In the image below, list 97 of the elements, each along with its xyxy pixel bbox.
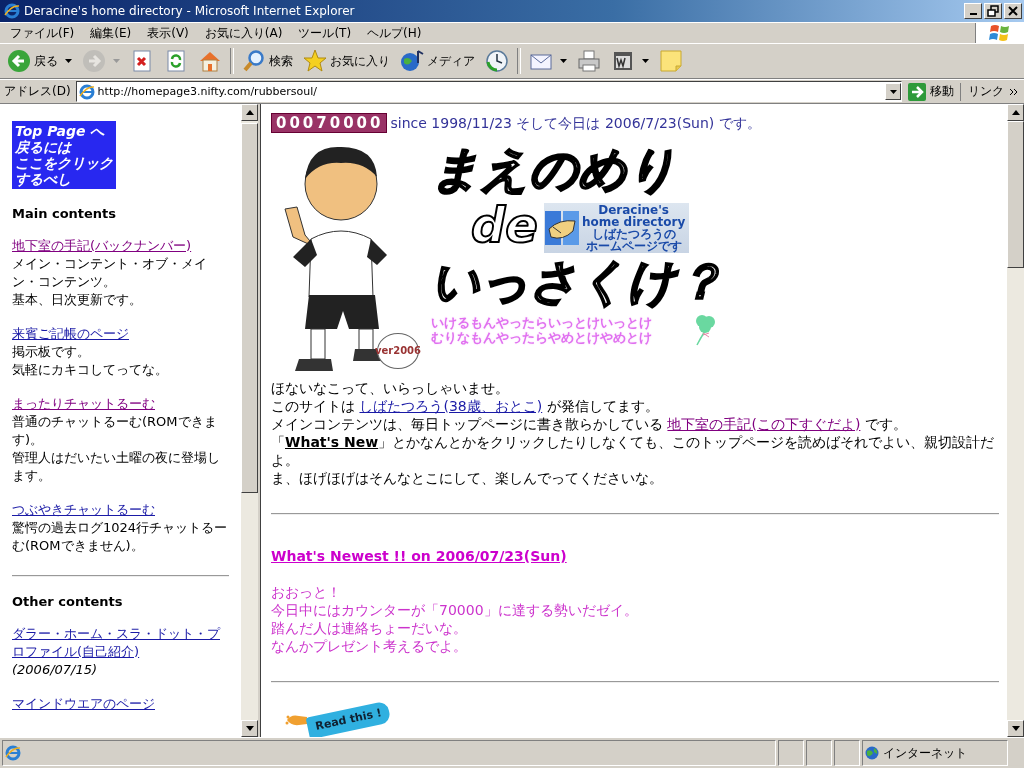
bold-link[interactable]: What's New	[285, 434, 379, 450]
menu-item[interactable]: お気に入り(A)	[196, 23, 291, 43]
page-description: メイン・コンテント・オブ・メイン・コンテンツ。 基本、日次更新です。	[12, 255, 208, 309]
intro-text: ほないなこって、いらっしゃいませ。	[271, 379, 510, 397]
bird-icon	[545, 211, 579, 245]
minimize-icon	[969, 13, 977, 15]
page-icon	[78, 83, 95, 100]
zone-label: インターネット	[883, 744, 967, 762]
homepage-banner[interactable]: Deracine's home directory しばたつろうの ホームページです	[544, 203, 690, 253]
globe-icon	[400, 49, 424, 73]
dropdown-button[interactable]	[885, 83, 901, 100]
star-icon	[303, 49, 327, 73]
minimize-button[interactable]	[964, 3, 982, 19]
browser-icon	[4, 3, 20, 19]
menu-item[interactable]: ヘルプ(H)	[359, 23, 430, 43]
page-link[interactable]: マインドウエアのページ	[12, 695, 155, 713]
page-link[interactable]: 地下室の手記(バックナンバー)	[12, 237, 192, 255]
chevron-icon	[1010, 87, 1018, 96]
down-arrow-icon	[1011, 726, 1020, 731]
banner-text: Deracine's home directory しばたつろうの ホームページです	[582, 204, 686, 252]
ball-badge: ver2006	[377, 333, 419, 369]
visitor-counter: 00070000	[271, 113, 387, 133]
up-arrow-icon	[1011, 110, 1020, 115]
address-label: アドレス(D)	[3, 83, 72, 100]
links-button[interactable]: リンク	[964, 83, 1022, 100]
logo-text: いっさくけ？	[431, 253, 724, 309]
media-button[interactable]: メディア	[396, 46, 479, 76]
flag-logo-icon	[988, 22, 1012, 44]
status-pane	[834, 740, 860, 766]
restore-icon	[986, 4, 1000, 18]
intro-text: メインコンテンツは、毎日トップページに書き散らかしている 地下室の手記(この下すぐだよ) です。	[271, 415, 908, 433]
caret-icon	[889, 89, 897, 94]
scroll-down-button[interactable]	[1007, 720, 1024, 737]
caret-icon	[642, 59, 649, 63]
caret-icon	[113, 59, 120, 63]
globe-icon	[865, 746, 879, 760]
close-icon	[1006, 4, 1020, 18]
restore-button[interactable]	[984, 3, 1002, 19]
close-button[interactable]	[1004, 3, 1022, 19]
window-title: Deracine's home directory - Microsoft Internet Explorer	[24, 4, 356, 18]
inline-link[interactable]: しばたつろう(38歳、おとこ)	[359, 398, 543, 414]
go-arrow-icon	[908, 82, 926, 101]
caret-icon	[560, 59, 567, 63]
intro-text: 「What's New」とかなんとかをクリックしたりしなくても、このトップページを読めばそれでよい、親切設計だよ。	[271, 433, 996, 469]
logo-text: まえのめり	[431, 141, 676, 197]
down-arrow-icon	[245, 726, 254, 731]
page-icon	[5, 745, 21, 761]
document-icon	[611, 49, 635, 73]
top-page-banner[interactable]: Top Page へ 戻るには ここをクリック するべし	[12, 121, 116, 189]
page-description: 掲示板です。 気軽にカキコしてってな。	[12, 343, 169, 379]
page-link[interactable]: ダラー・ホーム・スラ・ドット・プロファイル(自己紹介)	[12, 625, 229, 661]
intro-text: ま、ほげほげはそんなとこにして、楽しんでってくださいな。	[271, 469, 664, 487]
url-input[interactable]: http://homepage3.nifty.com/rubbersoul/	[97, 85, 882, 98]
page-link[interactable]: 来賓ご記帳のページ	[12, 325, 129, 343]
scrollbar-thumb[interactable]	[1007, 121, 1024, 268]
scroll-up-button[interactable]	[1007, 104, 1024, 121]
caret-icon	[65, 59, 72, 63]
page-link[interactable]: まったりチャットるーむ	[12, 395, 155, 413]
search-icon	[242, 49, 266, 73]
sticky-note-icon	[659, 49, 683, 73]
address-field[interactable]: http://homepage3.nifty.com/rubbersoul/	[75, 81, 902, 102]
history-icon	[485, 49, 509, 73]
menu-item[interactable]: 編集(E)	[82, 23, 140, 43]
go-button[interactable]: 移動	[905, 82, 961, 101]
scrollbar-track[interactable]	[1007, 104, 1024, 737]
read-this-megaphone[interactable]: Read this !	[305, 700, 392, 737]
menu-item[interactable]: ファイル(F)	[2, 23, 83, 43]
page-description: 普通のチャットるーむ(ROMできます)。 管理人はだいたい土曜の夜に登場します。	[12, 413, 221, 485]
section-heading: Other contents	[12, 593, 124, 611]
printer-icon	[577, 49, 601, 73]
tagline-text: いけるもんやったらいっとけいっとけ むりなもんやったらやめとけやめとけ	[431, 315, 652, 345]
date-note: (2006/07/15)	[12, 661, 99, 679]
scroll-down-button[interactable]	[241, 720, 258, 737]
since-date-text: since 1998/11/23 そして今日は 2006/7/23(Sun) です。	[390, 114, 761, 132]
page-description: 驚愕の過去ログ1024行チャットるーむ(ROMできません)。	[12, 519, 229, 555]
stop-icon	[130, 49, 154, 73]
up-arrow-icon	[245, 110, 254, 115]
logo-text: de	[471, 197, 538, 253]
house-icon	[198, 49, 222, 73]
menu-item[interactable]: 表示(V)	[139, 23, 197, 43]
refresh-icon	[164, 49, 188, 73]
scrollbar-thumb[interactable]	[241, 123, 258, 493]
inline-link[interactable]: 地下室の手記(この下すぐだよ)	[667, 416, 861, 432]
page-link[interactable]: つぶやきチャットるーむ	[12, 501, 155, 519]
scroll-up-button[interactable]	[241, 104, 258, 121]
clover-icon	[694, 313, 716, 347]
section-heading: Main contents	[12, 205, 118, 223]
search-button[interactable]: 検索	[238, 46, 297, 76]
news-text: おおっと！ 今日中にはカウンターが「70000」に達する勢いだゼイ。 踏んだ人は連絡ちょーだいな。 なんかプレゼント考えるでよ。	[271, 583, 639, 655]
intro-text: このサイトは しばたつろう(38歳、おとこ) が発信してます。	[271, 397, 660, 415]
status-pane	[778, 740, 804, 766]
favorites-button[interactable]: お気に入り	[299, 46, 394, 76]
news-heading-link[interactable]: What's Newest !! on 2006/07/23(Sun)	[271, 547, 567, 565]
back-button[interactable]: 戻る	[3, 46, 76, 76]
status-pane	[806, 740, 832, 766]
scrollbar-track[interactable]	[241, 104, 258, 737]
menu-item[interactable]: ツール(T)	[290, 23, 360, 43]
